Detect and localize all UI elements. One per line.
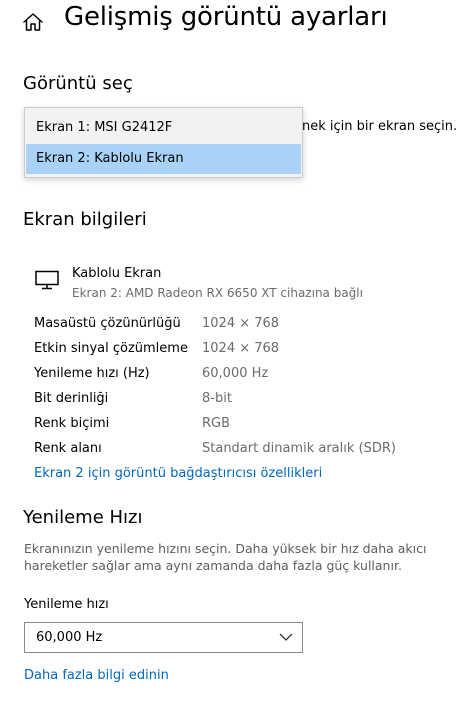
display-device-adapter: Ekran 2: AMD Radeon RX 6650 XT cihazına … [72,286,363,300]
refresh-rate-selected-value: 60,000 Hz [36,630,103,645]
display-option-1[interactable]: Ekran 1: MSI G2412F [26,113,301,143]
info-label-color-space: Renk alanı [34,441,102,456]
home-icon[interactable] [22,11,44,33]
info-value-color-format: RGB [202,416,231,431]
info-value-refresh-rate: 60,000 Hz [202,366,269,381]
info-value-bit-depth: 8-bit [202,391,232,406]
more-info-link[interactable]: Daha fazla bilgi edinin [24,668,169,683]
info-label-color-format: Renk biçimi [34,416,110,431]
chevron-down-icon [279,633,293,641]
display-dropdown-list[interactable]: Ekran 1: MSI G2412F Ekran 2: Kablolu Ekr… [24,107,303,178]
display-info-heading: Ekran bilgileri [23,209,147,230]
info-label-signal-resolution: Etkin sinyal çözümleme [34,341,188,356]
info-value-signal-resolution: 1024 × 768 [202,341,280,356]
monitor-icon [35,270,59,290]
select-display-description: nek için bir ekran seçin. [302,119,458,134]
refresh-rate-description: Ekranınızın yenileme hızını seçin. Daha … [24,541,427,573]
refresh-rate-select[interactable]: 60,000 Hz [24,622,303,653]
refresh-rate-field-label: Yenileme hızı [24,597,109,612]
select-display-heading: Görüntü seç [23,73,133,94]
adapter-properties-link[interactable]: Ekran 2 için görüntü bağdaştırıcısı özel… [34,466,322,481]
page-title: Gelişmiş görüntü ayarları [64,2,388,32]
info-label-bit-depth: Bit derinliği [34,391,109,406]
info-value-color-space: Standart dinamik aralık (SDR) [202,441,396,456]
display-device-name: Kablolu Ekran [72,266,162,281]
info-label-refresh-rate: Yenileme hızı (Hz) [34,366,150,381]
info-value-desktop-resolution: 1024 × 768 [202,316,280,331]
display-option-2[interactable]: Ekran 2: Kablolu Ekran [26,144,301,174]
refresh-rate-heading: Yenileme Hızı [23,507,143,528]
info-label-desktop-resolution: Masaüstü çözünürlüğü [34,316,181,331]
